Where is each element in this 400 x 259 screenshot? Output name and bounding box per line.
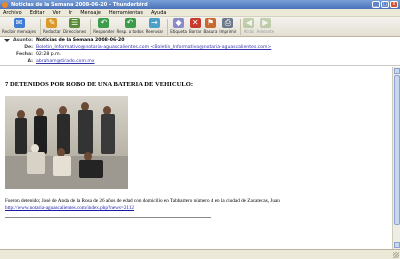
subject-row: Asunto: Noticias de la Semana 2008-06-20 <box>4 38 124 43</box>
scroll-down-icon[interactable] <box>394 242 400 248</box>
menu-help[interactable]: Ayuda <box>151 10 166 16</box>
close-button[interactable]: x <box>390 1 398 8</box>
news-photo <box>5 96 128 189</box>
menu-view[interactable]: Ver <box>53 10 61 16</box>
reply-all-icon: ↶ <box>124 18 136 28</box>
divider <box>5 217 211 218</box>
thunderbird-logo-icon <box>2 1 8 8</box>
toolbar-button-label: Adelante <box>256 29 275 34</box>
window-controls: _ □ x <box>372 1 398 8</box>
toolbar-separator <box>240 19 242 35</box>
toolbar-button-forward[interactable]: → Reenviar <box>145 17 164 34</box>
scroll-up-icon[interactable] <box>394 68 400 74</box>
toolbar-separator <box>40 19 42 35</box>
toolbar-button-back: ◀ Atrás <box>243 17 255 34</box>
message-header: Asunto: Noticias de la Semana 2008-06-20… <box>0 37 400 66</box>
news-headline: 7 DETENIDOS POR ROBO DE UNA BATERIA DE V… <box>5 81 194 88</box>
to-row: A: abraham@tirado.com.mx <box>4 59 95 64</box>
toolbar-button-label: Direcciones <box>62 29 87 34</box>
subject-value: Noticias de la Semana 2008-06-20 <box>36 38 125 43</box>
date-label: Fecha: <box>16 52 33 57</box>
menu-go[interactable]: Ir <box>69 10 73 16</box>
date-value: 02:28 p.m. <box>36 52 62 57</box>
toolbar-button-reply-all[interactable]: ↶ Resp. a todos <box>117 17 144 34</box>
toolbar-button-label: Atrás <box>243 29 255 34</box>
delete-icon: ✕ <box>189 18 201 28</box>
vertical-scrollbar[interactable] <box>392 67 400 249</box>
toolbar-button-reply[interactable]: ↶ Responder <box>93 17 115 34</box>
toolbar-button-junk[interactable]: ⚑ Basura <box>203 17 217 34</box>
toolbar-button-get-mail[interactable]: ✉ Recibir mensajes <box>2 17 36 34</box>
toolbar-button-tag[interactable]: ◆ Etiqueta <box>170 17 187 34</box>
toolbar-button-print[interactable]: ⎙ Imprimir <box>219 17 236 34</box>
toolbar-button-label: Recibir mensajes <box>2 29 37 34</box>
message-body: 7 DETENIDOS POR ROBO DE UNA BATERIA DE V… <box>0 67 392 249</box>
from-row: De: Boletin_Informativo@notaria-aguascal… <box>4 45 271 50</box>
to-label: A: <box>27 59 33 64</box>
main-toolbar: ✉ Recibir mensajes ✎ Redactar ☰ Direcciones ↶ R… <box>0 17 400 37</box>
date-row: Fecha: 02:28 p.m. <box>4 52 61 57</box>
toolbar-button-label: Imprimir <box>219 29 237 34</box>
toolbar-button-label: Responder <box>93 29 115 34</box>
compose-icon: ✎ <box>46 18 58 28</box>
forward-icon: → <box>148 18 160 28</box>
toolbar-button-label: Reenviar <box>145 29 164 34</box>
toolbar-button-address-book[interactable]: ☰ Direcciones <box>63 17 86 34</box>
toolbar-button-label: Etiqueta <box>170 29 187 34</box>
toolbar-button-label: Borrar <box>188 29 202 34</box>
toolbar-button-delete[interactable]: ✕ Borrar <box>188 17 202 34</box>
scrollbar-thumb[interactable] <box>394 75 400 225</box>
news-body-text: Fueron detenido; José de Anda de la Rosa… <box>5 198 280 204</box>
from-value[interactable]: Boletin_Informativo@notaria-aguascalient… <box>36 45 271 50</box>
status-bar <box>0 249 400 259</box>
menu-file[interactable]: Archivo <box>3 10 22 16</box>
toolbar-separator <box>90 19 92 35</box>
tag-icon: ◆ <box>173 18 185 28</box>
toolbar-button-label: Basura <box>203 29 218 34</box>
toolbar-separator <box>167 19 169 35</box>
junk-icon: ⚑ <box>204 18 216 28</box>
from-label: De: <box>24 45 33 50</box>
title-bar: Noticias de la Semana 2008-06-20 - Thund… <box>0 0 400 9</box>
menu-tools[interactable]: Herramientas <box>109 10 143 16</box>
news-link[interactable]: http://www.notaria-aguascalientes.com/in… <box>5 205 385 212</box>
address-book-icon: ☰ <box>69 18 81 28</box>
minimize-button[interactable]: _ <box>372 1 380 8</box>
toolbar-button-compose[interactable]: ✎ Redactar <box>43 17 61 34</box>
print-icon: ⎙ <box>222 18 234 28</box>
news-body: Fueron detenido; José de Anda de la Rosa… <box>5 198 385 212</box>
get-mail-icon: ✉ <box>13 18 25 28</box>
toolbar-button-label: Redactar <box>43 29 61 34</box>
maximize-button[interactable]: □ <box>381 1 389 8</box>
toolbar-button-label: Resp. a todos <box>116 29 144 34</box>
resize-grip-icon[interactable] <box>393 252 399 258</box>
subject-label: Asunto: <box>12 38 33 43</box>
reply-icon: ↶ <box>98 18 110 28</box>
window-title: Noticias de la Semana 2008-06-20 - Thund… <box>11 1 148 8</box>
menu-message[interactable]: Mensaje <box>80 10 101 16</box>
toolbar-button-forward-nav: ▶ Adelante <box>256 17 274 34</box>
menu-bar: Archivo Editar Ver Ir Mensaje Herramient… <box>0 9 400 17</box>
menu-edit[interactable]: Editar <box>30 10 45 16</box>
back-icon: ◀ <box>243 18 255 28</box>
forward-nav-icon: ▶ <box>259 18 271 28</box>
to-value[interactable]: abraham@tirado.com.mx <box>36 59 95 64</box>
